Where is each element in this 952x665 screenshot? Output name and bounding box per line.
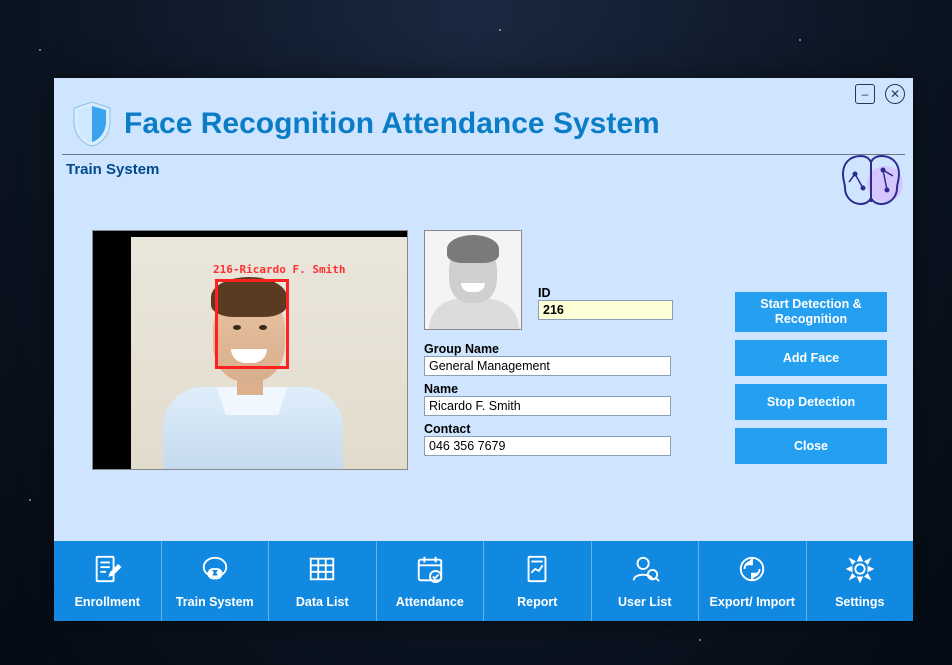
nav-label: Attendance bbox=[396, 595, 464, 609]
app-title: Face Recognition Attendance System bbox=[124, 107, 660, 141]
shield-icon bbox=[70, 100, 114, 148]
minimize-button[interactable]: ‒ bbox=[855, 84, 875, 104]
nav-label: Settings bbox=[835, 595, 884, 609]
face-scan-icon bbox=[199, 554, 231, 587]
close-window-button[interactable]: ✕ bbox=[885, 84, 905, 104]
nav-export-import[interactable]: Export/ Import bbox=[699, 541, 807, 621]
app-header: Face Recognition Attendance System bbox=[62, 78, 905, 155]
close-button[interactable]: Close bbox=[735, 428, 887, 464]
bottom-nav: Enrollment Train System Data List bbox=[54, 541, 913, 621]
nav-label: Report bbox=[517, 595, 557, 609]
name-field[interactable] bbox=[424, 396, 671, 416]
stop-detection-button[interactable]: Stop Detection bbox=[735, 384, 887, 420]
add-face-button[interactable]: Add Face bbox=[735, 340, 887, 376]
details-form: ID Group Name Name Contact bbox=[424, 336, 674, 456]
document-edit-icon bbox=[91, 554, 123, 587]
name-label: Name bbox=[424, 382, 674, 396]
ai-brain-icon bbox=[835, 150, 907, 212]
nav-label: Train System bbox=[176, 595, 254, 609]
table-icon bbox=[306, 554, 338, 587]
detection-overlay-label: 216-Ricardo F. Smith bbox=[213, 263, 345, 276]
contact-label: Contact bbox=[424, 422, 674, 436]
nav-data-list[interactable]: Data List bbox=[269, 541, 377, 621]
nav-label: Enrollment bbox=[75, 595, 140, 609]
nav-attendance[interactable]: Attendance bbox=[377, 541, 485, 621]
start-detection-button[interactable]: Start Detection & Recognition bbox=[735, 292, 887, 332]
nav-settings[interactable]: Settings bbox=[807, 541, 914, 621]
camera-feed: 216-Ricardo F. Smith bbox=[92, 230, 408, 470]
report-icon bbox=[521, 554, 553, 587]
nav-label: Data List bbox=[296, 595, 349, 609]
window-controls: ‒ ✕ bbox=[855, 84, 905, 104]
nav-train-system[interactable]: Train System bbox=[162, 541, 270, 621]
nav-label: User List bbox=[618, 595, 672, 609]
content-area: 216-Ricardo F. Smith ID Group Name Name … bbox=[54, 178, 913, 540]
nav-label: Export/ Import bbox=[710, 595, 795, 609]
sync-icon bbox=[736, 554, 768, 587]
face-thumbnail bbox=[424, 230, 522, 330]
gear-icon bbox=[844, 554, 876, 587]
group-field[interactable] bbox=[424, 356, 671, 376]
section-title: Train System bbox=[54, 155, 913, 178]
id-label: ID bbox=[538, 286, 673, 300]
face-bounding-box bbox=[215, 279, 289, 369]
contact-field[interactable] bbox=[424, 436, 671, 456]
nav-enrollment[interactable]: Enrollment bbox=[54, 541, 162, 621]
action-buttons: Start Detection & Recognition Add Face S… bbox=[735, 292, 887, 464]
id-field[interactable] bbox=[538, 300, 673, 320]
nav-user-list[interactable]: User List bbox=[592, 541, 700, 621]
nav-report[interactable]: Report bbox=[484, 541, 592, 621]
group-label: Group Name bbox=[424, 342, 674, 356]
calendar-check-icon bbox=[414, 554, 446, 587]
user-search-icon bbox=[629, 554, 661, 587]
app-window: ‒ ✕ Face Recognition Attendance System T… bbox=[54, 78, 913, 621]
